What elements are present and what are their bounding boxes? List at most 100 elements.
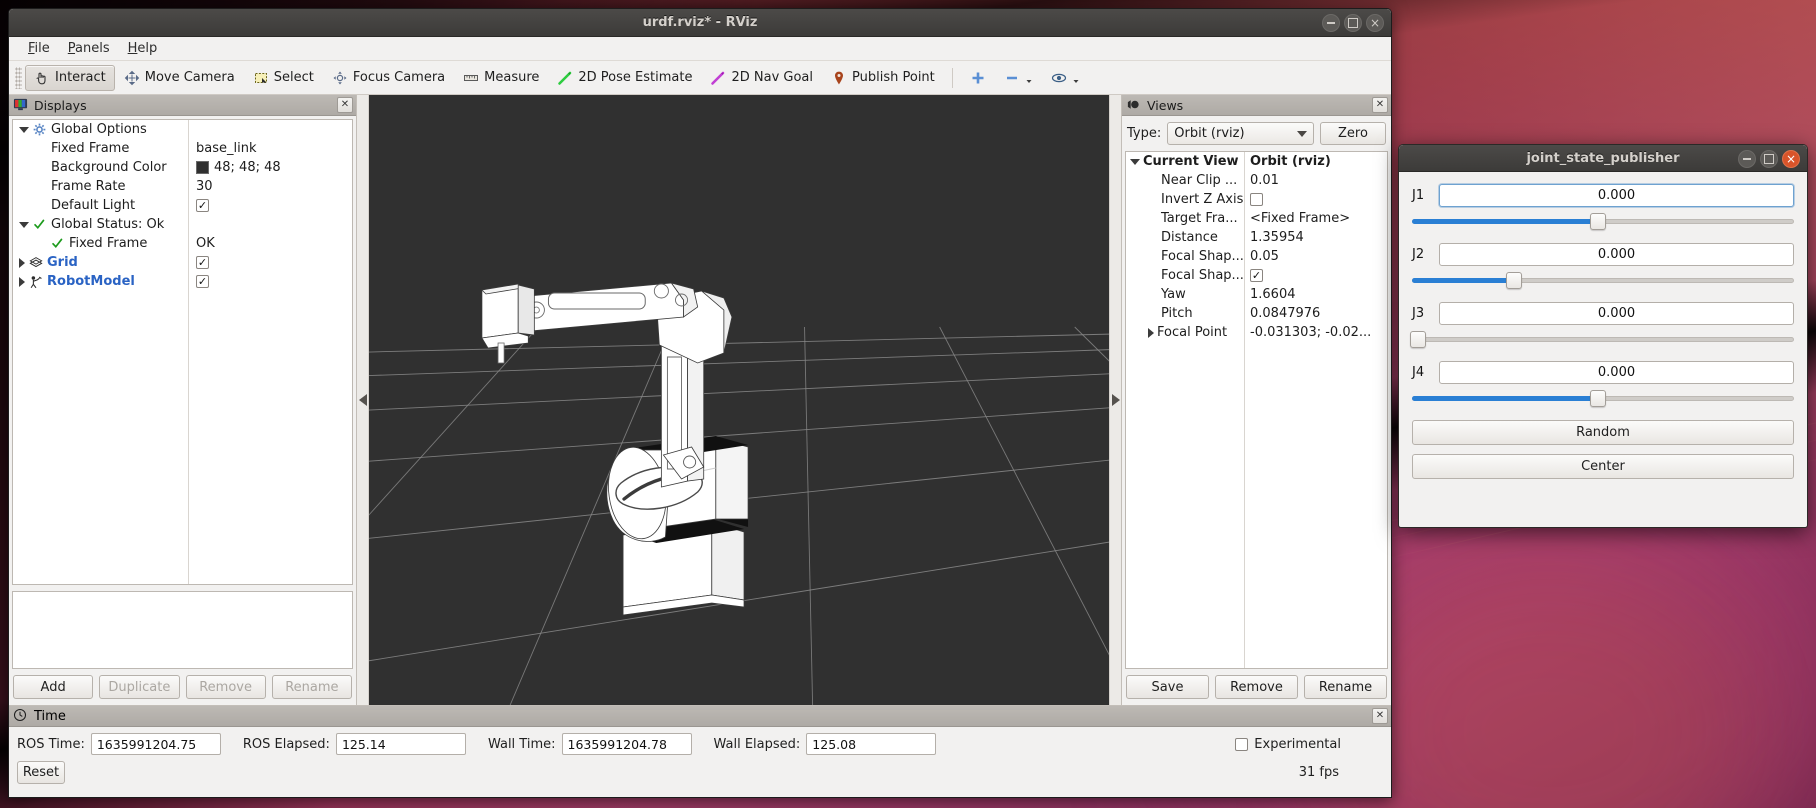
views-tree-row[interactable]: Focal Point -0.031303; -0.02... [1126, 323, 1387, 342]
jsp-joint-slider[interactable] [1412, 212, 1794, 230]
displays-row-value-cell[interactable]: ✓ [188, 199, 209, 212]
views-tree-row[interactable]: Near Clip ... 0.01 [1126, 171, 1387, 190]
expand-arrow-right-icon[interactable] [1148, 327, 1154, 338]
slider-knob[interactable] [1589, 390, 1606, 407]
views-row-checkbox[interactable]: ✓ [1250, 269, 1263, 282]
displays-row-value-cell[interactable]: 30 [188, 179, 213, 194]
displays-row-value-cell[interactable]: 48; 48; 48 [188, 160, 281, 175]
minimize-button[interactable] [1322, 14, 1340, 32]
displays-row-value-cell[interactable]: base_link [188, 141, 256, 156]
add-tool-button[interactable] [961, 65, 995, 91]
jsp-joint-value-input[interactable]: 0.000 [1439, 243, 1794, 266]
views-tree-row[interactable]: Target Fra... <Fixed Frame> [1126, 209, 1387, 228]
close-button[interactable]: × [1366, 14, 1384, 32]
displays-add-button[interactable]: Add [13, 675, 94, 699]
jsp-joint-value-input[interactable]: 0.000 [1439, 302, 1794, 325]
displays-tree-row[interactable]: Background Color 48; 48; 48 [13, 158, 352, 177]
maximize-button[interactable] [1344, 14, 1362, 32]
slider-knob[interactable] [1505, 272, 1522, 289]
views-property-tree[interactable]: Current View Orbit (rviz) Near Clip ... 0.0… [1125, 151, 1388, 669]
views-row-value-cell[interactable]: 0.05 [1244, 249, 1279, 264]
left-panel-collapse-handle[interactable] [357, 95, 369, 705]
displays-row-checkbox[interactable]: ✓ [196, 199, 209, 212]
displays-row-value-cell[interactable]: ✓ [188, 275, 209, 288]
experimental-checkbox[interactable] [1235, 737, 1249, 751]
displays-duplicate-button[interactable]: Duplicate [99, 675, 180, 699]
experimental-toggle[interactable]: Experimental [1235, 737, 1341, 752]
tool-focus-camera-button[interactable]: Focus Camera [323, 65, 454, 91]
tool-select-button[interactable]: Select [244, 65, 323, 91]
jsp-joint-value-input[interactable]: 0.000 [1439, 361, 1794, 384]
right-panel-collapse-handle[interactable] [1109, 95, 1121, 705]
displays-row-value-cell[interactable]: ✓ [188, 256, 209, 269]
views-tree-row[interactable]: Invert Z Axis [1126, 190, 1387, 209]
ros-elapsed-input[interactable]: 125.14 [335, 733, 466, 755]
tool-publish-point-button[interactable]: Publish Point [822, 65, 944, 91]
tool-measure-button[interactable]: Measure [454, 65, 548, 91]
tool-move-camera-button[interactable]: Move Camera [115, 65, 244, 91]
displays-row-value-cell[interactable]: OK [188, 236, 215, 251]
displays-tree-row[interactable]: Fixed Frame base_link [13, 139, 352, 158]
displays-panel-close-button[interactable]: ✕ [337, 97, 353, 113]
time-panel-close-button[interactable]: ✕ [1372, 708, 1388, 724]
views-row-value-cell[interactable]: 0.01 [1244, 173, 1279, 188]
views-row-checkbox[interactable] [1250, 193, 1263, 206]
views-row-value-cell[interactable]: 1.6604 [1244, 287, 1296, 302]
expand-arrow-down-icon[interactable] [1130, 158, 1140, 165]
views-row-value-cell[interactable]: <Fixed Frame> [1244, 211, 1350, 226]
tool-2d-nav-goal-button[interactable]: 2D Nav Goal [701, 65, 822, 91]
views-tree-row[interactable]: Distance 1.35954 [1126, 228, 1387, 247]
displays-rename-button[interactable]: Rename [271, 675, 352, 699]
jsp-maximize-button[interactable] [1760, 150, 1778, 168]
views-row-value-cell[interactable]: 0.0847976 [1244, 306, 1320, 321]
3d-viewport[interactable] [369, 95, 1109, 705]
wall-elapsed-input[interactable]: 125.08 [806, 733, 937, 755]
jsp-minimize-button[interactable] [1738, 150, 1756, 168]
views-tree-row[interactable]: Focal Shap... ✓ [1126, 266, 1387, 285]
expand-arrow-right-icon[interactable] [19, 276, 25, 287]
time-reset-button[interactable]: Reset [17, 761, 65, 784]
views-row-value-cell[interactable] [1244, 193, 1263, 206]
visibility-button[interactable] [1042, 65, 1089, 91]
views-save-button[interactable]: Save [1126, 675, 1209, 699]
jsp-joint-slider[interactable] [1412, 271, 1794, 289]
view-type-select[interactable]: Orbit (rviz) [1167, 122, 1314, 145]
jsp-random-button[interactable]: Random [1412, 420, 1794, 445]
views-row-value-cell[interactable]: ✓ [1244, 269, 1263, 282]
menu-help[interactable]: Help [119, 39, 167, 58]
remove-tool-dropdown-icon[interactable] [1025, 70, 1033, 86]
expand-arrow-right-icon[interactable] [19, 257, 25, 268]
displays-tree-row[interactable]: Fixed Frame OK [13, 234, 352, 253]
displays-tree[interactable]: Global Options Fixed Frame base_link Backgr… [12, 119, 353, 585]
displays-tree-row[interactable]: Global Status: Ok [13, 215, 352, 234]
displays-row-checkbox[interactable]: ✓ [196, 256, 209, 269]
slider-knob[interactable] [1589, 213, 1606, 230]
remove-tool-button[interactable] [995, 65, 1042, 91]
views-tree-row[interactable]: Pitch 0.0847976 [1126, 304, 1387, 323]
views-tree-row[interactable]: Focal Shap... 0.05 [1126, 247, 1387, 266]
views-panel-close-button[interactable]: ✕ [1372, 97, 1388, 113]
views-rename-button[interactable]: Rename [1304, 675, 1387, 699]
tool-interact-button[interactable]: Interact [25, 64, 115, 91]
displays-remove-button[interactable]: Remove [185, 675, 266, 699]
displays-row-checkbox[interactable]: ✓ [196, 275, 209, 288]
background-color-swatch[interactable] [196, 161, 209, 174]
ros-time-input[interactable]: 1635991204.75 [90, 733, 221, 755]
slider-knob[interactable] [1410, 331, 1426, 348]
jsp-center-button[interactable]: Center [1412, 454, 1794, 479]
wall-time-input[interactable]: 1635991204.78 [561, 733, 692, 755]
visibility-dropdown-icon[interactable] [1072, 70, 1080, 86]
views-tree-row[interactable]: Current View Orbit (rviz) [1126, 152, 1387, 171]
menu-panels[interactable]: Panels [59, 39, 119, 58]
jsp-joint-slider[interactable] [1412, 389, 1794, 407]
menu-file[interactable]: File [19, 39, 59, 58]
jsp-close-button[interactable]: × [1782, 150, 1800, 168]
views-row-value-cell[interactable]: -0.031303; -0.02... [1244, 325, 1371, 340]
views-remove-button[interactable]: Remove [1215, 675, 1298, 699]
tool-2d-pose-estimate-button[interactable]: 2D Pose Estimate [548, 65, 701, 91]
views-tree-row[interactable]: Yaw 1.6604 [1126, 285, 1387, 304]
displays-tree-row[interactable]: RobotModel ✓ [13, 272, 352, 291]
jsp-joint-slider[interactable] [1410, 330, 1794, 348]
displays-tree-row[interactable]: Global Options [13, 120, 352, 139]
toolbar-grip[interactable] [15, 66, 22, 89]
